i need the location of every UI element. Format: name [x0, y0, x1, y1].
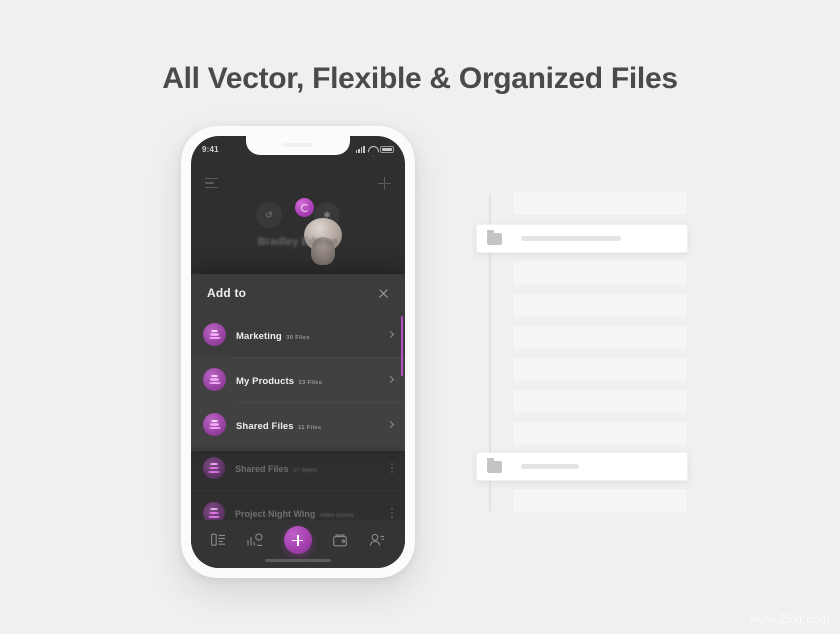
modal-list-item-my-products[interactable]: My Products 23 Files [191, 357, 405, 402]
modal-scrollbar[interactable] [401, 316, 403, 376]
modal-title: Add to [207, 286, 247, 300]
status-time: 9:41 [202, 144, 219, 154]
list-item-title: Project Night Wing [235, 509, 316, 519]
page-title: All Vector, Flexible & Organized Files [162, 62, 678, 95]
profile-actions-row: ↺ ✱ [256, 198, 340, 228]
list-item-text: Shared Files 27 Items [235, 459, 391, 477]
history-icon[interactable]: ↺ [256, 202, 282, 228]
chevron-right-icon [386, 375, 395, 384]
chevron-right-icon [386, 330, 395, 339]
chevron-right-icon [386, 420, 395, 429]
more-vertical-icon[interactable] [391, 508, 393, 518]
profile-header: ↺ ✱ Bradley Edmus [191, 198, 405, 248]
battery-icon [380, 145, 394, 153]
layer-row-selected[interactable] [476, 452, 688, 481]
watermark: www.25xt.com [749, 612, 830, 626]
app-top-nav [191, 172, 405, 194]
badge-glyph [300, 203, 309, 212]
layer-name-placeholder [521, 236, 621, 241]
layer-row[interactable] [512, 292, 688, 318]
modal-item-subtitle: 30 Files [286, 334, 310, 341]
layer-row[interactable] [512, 420, 688, 446]
profile-name: Bradley Edmus [257, 236, 339, 248]
phone-notch [246, 136, 350, 155]
folder-icon [487, 229, 502, 245]
hamburger-menu-icon[interactable] [205, 178, 218, 188]
list-item-title: Shared Files [235, 464, 289, 474]
layers-stack-icon [203, 413, 226, 436]
modal-item-subtitle: 23 Files [298, 379, 323, 386]
modal-list-item-marketing[interactable]: Marketing 30 Files [191, 312, 405, 357]
add-to-modal: Add to Marketing 30 Files My Products 23… [191, 274, 405, 451]
phone-mockup: 9:41 ↺ ✱ Bradley Edmus Shared Files 27 I… [181, 126, 415, 578]
status-icons [355, 145, 394, 153]
analytics-chart-icon[interactable] [247, 533, 263, 547]
modal-item-title: Marketing [236, 330, 282, 342]
layer-row[interactable] [512, 324, 688, 350]
add-fab-button[interactable] [283, 526, 312, 554]
modal-item-subtitle: 11 Files [298, 424, 322, 431]
layer-row[interactable] [512, 488, 688, 514]
layer-row[interactable] [512, 190, 688, 216]
status-badge-icon [295, 198, 314, 217]
layer-row[interactable] [512, 260, 688, 286]
modal-item-title: My Products [236, 375, 295, 387]
cellular-signal-icon [355, 145, 365, 153]
wifi-icon [368, 146, 377, 153]
list-item[interactable]: Shared Files 27 Items [191, 446, 405, 491]
modal-list-item-shared-files[interactable]: Shared Files 11 Files [191, 402, 405, 447]
folder-icon [487, 457, 502, 473]
notch-speaker [283, 143, 313, 147]
layer-name-placeholder [521, 464, 579, 469]
home-indicator [265, 559, 331, 562]
layers-stack-icon [203, 368, 226, 391]
layer-row-selected[interactable] [476, 224, 688, 253]
modal-folder-list: Marketing 30 Files My Products 23 Files [191, 312, 405, 447]
layers-panel-mockup [476, 190, 688, 515]
modal-item-title: Shared Files [236, 420, 294, 432]
list-item-subtitle: Allen Durso [319, 513, 354, 519]
layers-stack-icon [203, 457, 225, 479]
list-view-icon[interactable] [211, 533, 226, 547]
layer-row[interactable] [512, 356, 688, 382]
modal-item-text: Marketing 30 Files [236, 326, 388, 344]
phone-screen: 9:41 ↺ ✱ Bradley Edmus Shared Files 27 I… [191, 136, 405, 568]
contacts-icon[interactable] [369, 533, 385, 547]
close-icon[interactable] [378, 288, 389, 299]
plus-icon [292, 534, 304, 546]
more-vertical-icon[interactable] [391, 463, 393, 473]
modal-item-text: Shared Files 11 Files [236, 416, 388, 434]
modal-item-text: My Products 23 Files [236, 371, 388, 389]
modal-header: Add to [191, 274, 405, 312]
list-item-subtitle: 27 Items [292, 468, 317, 474]
wallet-icon[interactable] [332, 534, 348, 547]
layer-row[interactable] [512, 388, 688, 414]
plus-icon[interactable] [378, 176, 391, 190]
layers-stack-icon [203, 323, 226, 346]
